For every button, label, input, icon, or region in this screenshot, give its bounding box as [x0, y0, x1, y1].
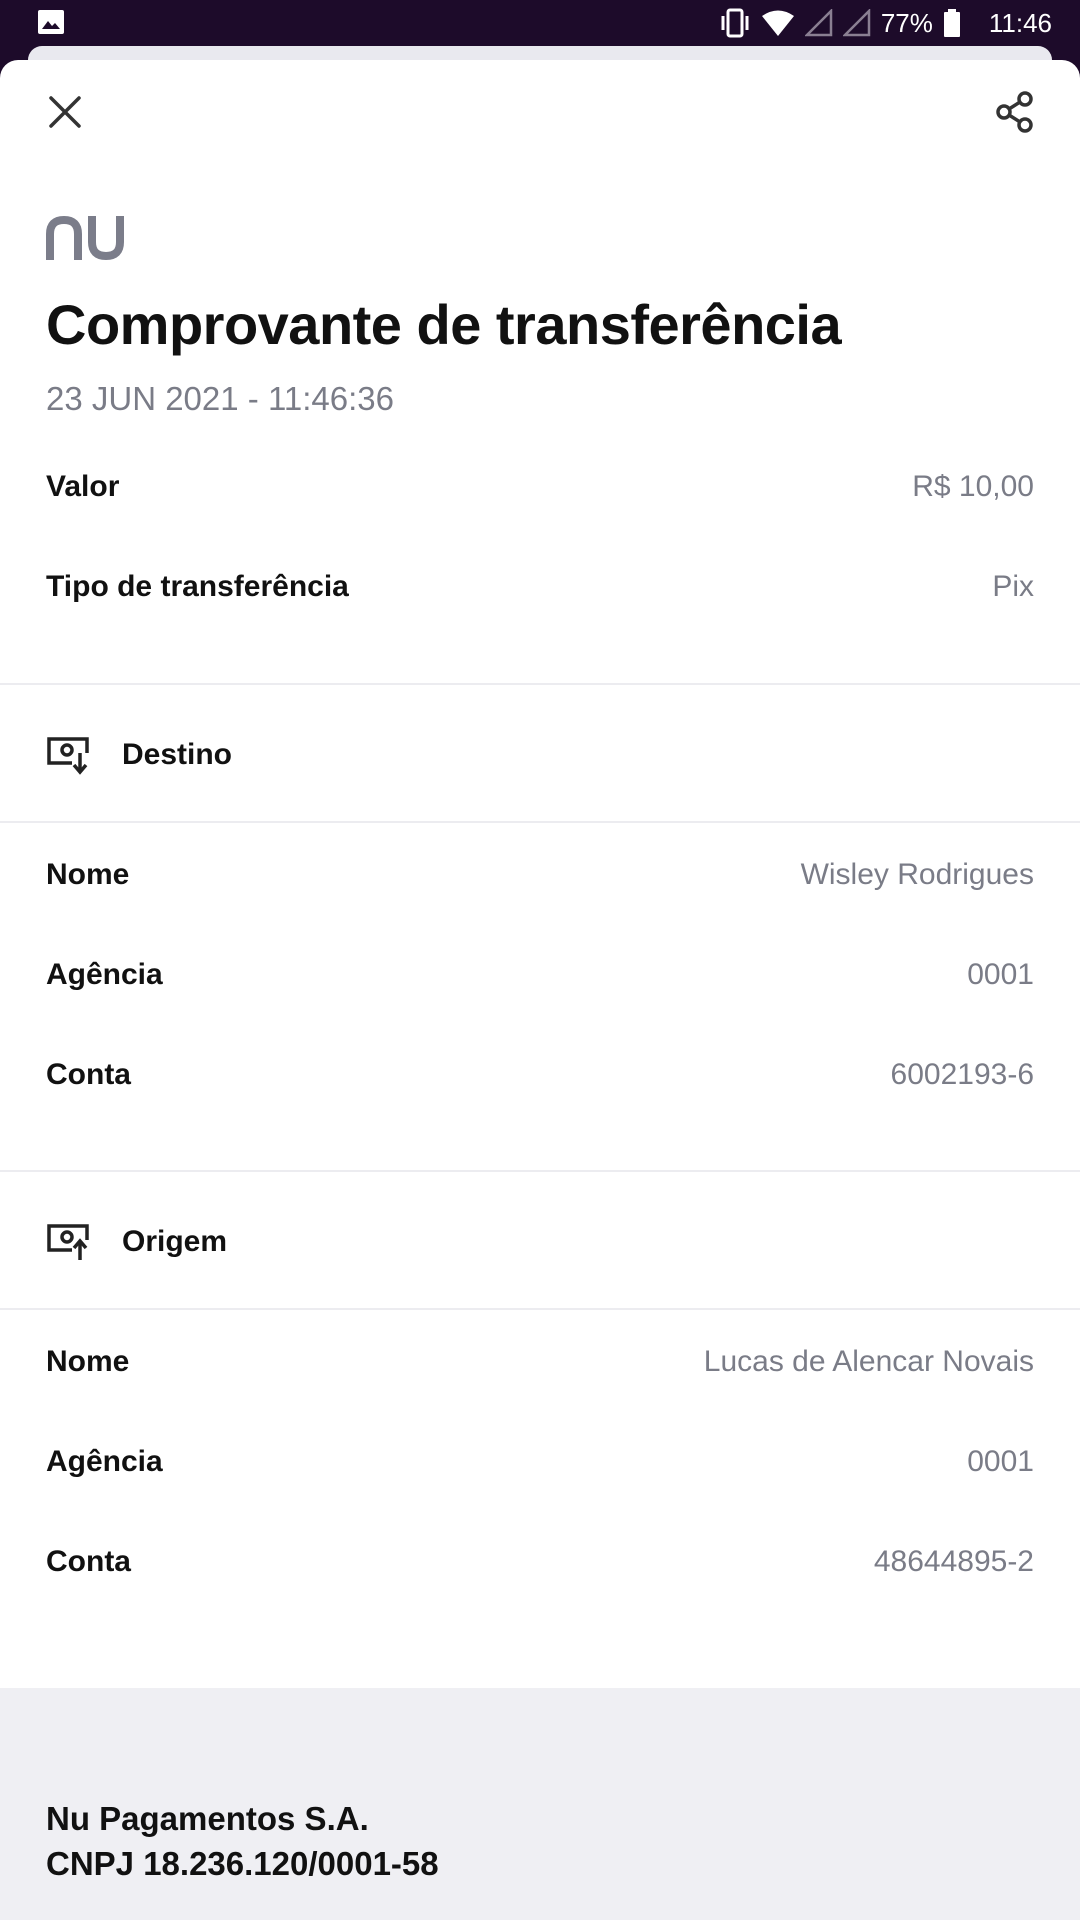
row-value: Wisley Rodrigues	[800, 858, 1034, 891]
origem-row-agency: Agência 0001	[46, 1442, 1034, 1482]
share-button[interactable]	[985, 82, 1045, 142]
row-label: Nome	[46, 858, 130, 891]
battery-percent: 77%	[880, 7, 933, 38]
status-bar: 77% 11:46	[0, 0, 1080, 46]
page-title: Comprovante de transferência	[46, 293, 842, 356]
row-value: 48644895-2	[873, 1545, 1034, 1578]
destino-row-account: Conta 6002193-6	[46, 1055, 1034, 1095]
row-value: 0001	[967, 1445, 1034, 1478]
row-label: Valor	[46, 470, 120, 503]
nu-logo	[46, 215, 126, 265]
row-label: Agência	[46, 958, 163, 991]
company-cnpj: CNPJ 18.236.120/0001-58	[46, 1845, 439, 1882]
row-value: 6002193-6	[890, 1058, 1034, 1091]
origem-row-account: Conta 48644895-2	[46, 1542, 1034, 1582]
row-value: Pix	[992, 570, 1034, 603]
row-label: Agência	[46, 1445, 163, 1478]
row-label: Nome	[46, 1345, 130, 1378]
row-label: Conta	[46, 1545, 131, 1578]
summary-row-type: Tipo de transferência Pix	[46, 567, 1034, 607]
divider	[0, 821, 1080, 823]
section-origem: Origem	[46, 1212, 227, 1272]
destino-row-agency: Agência 0001	[46, 955, 1034, 995]
divider	[0, 683, 1080, 685]
section-title: Destino	[122, 738, 233, 771]
origem-row-name: Nome Lucas de Alencar Novais	[46, 1342, 1034, 1382]
receipt-sheet: Comprovante de transferência 23 JUN 2021…	[0, 60, 1080, 1920]
row-value: 0001	[967, 958, 1034, 991]
row-value: R$ 10,00	[912, 470, 1034, 503]
gallery-icon	[38, 10, 64, 34]
summary-row-amount: Valor R$ 10,00	[46, 467, 1034, 507]
row-label: Conta	[46, 1058, 131, 1091]
section-destino: Destino	[46, 725, 232, 785]
row-value: Lucas de Alencar Novais	[703, 1345, 1034, 1378]
money-out-icon	[47, 1224, 89, 1260]
wifi-icon	[761, 9, 795, 37]
battery-icon	[943, 9, 961, 37]
row-label: Tipo de transferência	[46, 570, 349, 603]
divider	[0, 1308, 1080, 1310]
share-icon	[996, 91, 1033, 133]
clock: 11:46	[988, 7, 1052, 38]
section-title: Origem	[122, 1225, 228, 1258]
receipt-footer: Nu Pagamentos S.A. CNPJ 18.236.120/0001-…	[0, 1688, 1080, 1920]
signal-empty-icon	[804, 9, 833, 37]
destino-row-name: Nome Wisley Rodrigues	[46, 855, 1034, 895]
company-name: Nu Pagamentos S.A.	[46, 1800, 369, 1837]
close-button[interactable]	[35, 82, 95, 142]
transfer-datetime: 23 JUN 2021 - 11:46:36	[46, 380, 394, 417]
signal-empty-icon	[842, 9, 871, 37]
money-in-icon	[47, 737, 89, 775]
vibrate-icon	[719, 8, 751, 38]
divider	[0, 1170, 1080, 1172]
close-icon	[49, 96, 81, 128]
